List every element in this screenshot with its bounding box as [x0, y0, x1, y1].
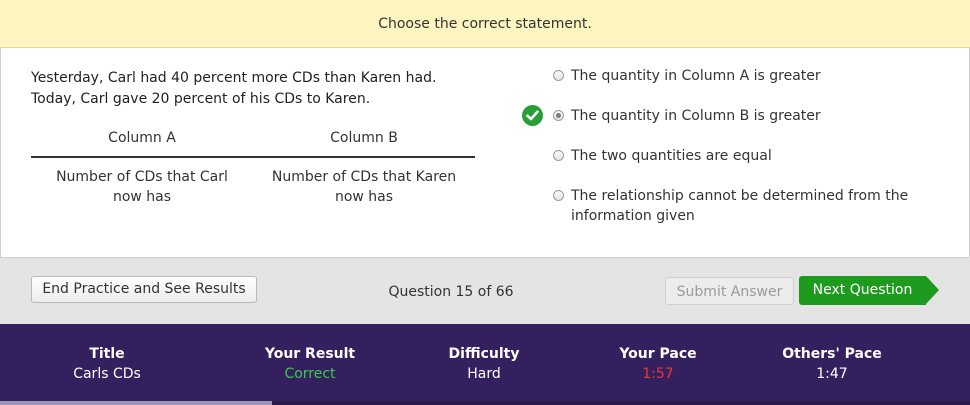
answer-label: The two quantities are equal — [571, 148, 772, 164]
stat-value: Correct — [284, 366, 336, 382]
answer-label: The quantity in Column B is greater — [571, 108, 821, 124]
question-line-1: Yesterday, Carl had 40 percent more CDs … — [31, 70, 437, 86]
action-toolbar: End Practice and See Results Question 15… — [0, 257, 970, 325]
column-b-header: Column B — [330, 130, 398, 146]
column-b-value: Number of CDs that Karen now has — [271, 169, 457, 205]
stat-others-pace: Others' Pace 1:47 — [752, 345, 912, 384]
radio-button[interactable] — [553, 70, 564, 81]
stats-footer: Title Carls CDs Your Result Correct Diff… — [0, 324, 970, 405]
stat-difficulty: Difficulty Hard — [404, 345, 564, 384]
stat-result: Your Result Correct — [230, 345, 390, 384]
stat-value: 1:57 — [642, 366, 674, 382]
radio-button[interactable] — [553, 190, 564, 201]
next-question-button[interactable]: Next Question — [799, 276, 926, 305]
submit-answer-button[interactable]: Submit Answer — [665, 277, 794, 305]
stat-value: Carls CDs — [73, 366, 141, 382]
stat-label: Title — [89, 346, 125, 362]
stat-title: Title Carls CDs — [27, 345, 187, 384]
answer-choice[interactable]: The quantity in Column A is greater — [520, 66, 940, 86]
question-panel: Yesterday, Carl had 40 percent more CDs … — [31, 68, 475, 205]
stat-label: Others' Pace — [782, 346, 882, 362]
stat-your-pace: Your Pace 1:57 — [578, 345, 738, 384]
instruction-banner: Choose the correct statement. — [0, 0, 970, 48]
columns-header: Column A Column B — [31, 126, 475, 158]
columns-body: Number of CDs that Carl now has Number o… — [31, 167, 475, 207]
correct-check-icon — [522, 105, 543, 126]
next-arrow-icon[interactable] — [926, 276, 939, 304]
progress-bar — [0, 401, 272, 405]
question-line-2: Today, Carl gave 20 percent of his CDs t… — [31, 91, 371, 107]
stat-value: Hard — [467, 366, 501, 382]
stat-value: 1:47 — [816, 366, 848, 382]
radio-button-selected[interactable] — [553, 110, 564, 121]
column-a-value: Number of CDs that Carl now has — [56, 169, 228, 205]
stat-label: Your Pace — [619, 346, 697, 362]
answer-label: The relationship cannot be determined fr… — [571, 188, 909, 224]
answer-label: The quantity in Column A is greater — [571, 68, 821, 84]
answer-choice[interactable]: The relationship cannot be determined fr… — [520, 186, 940, 226]
column-a-header: Column A — [108, 130, 176, 146]
answer-choice[interactable]: The two quantities are equal — [520, 146, 940, 166]
end-practice-button[interactable]: End Practice and See Results — [31, 276, 257, 303]
stat-label: Difficulty — [448, 346, 520, 362]
question-counter: Question 15 of 66 — [388, 284, 514, 300]
answer-choice[interactable]: The quantity in Column B is greater — [520, 105, 940, 126]
stat-label: Your Result — [264, 346, 356, 362]
radio-button[interactable] — [553, 150, 564, 161]
instruction-text: Choose the correct statement. — [378, 15, 592, 32]
